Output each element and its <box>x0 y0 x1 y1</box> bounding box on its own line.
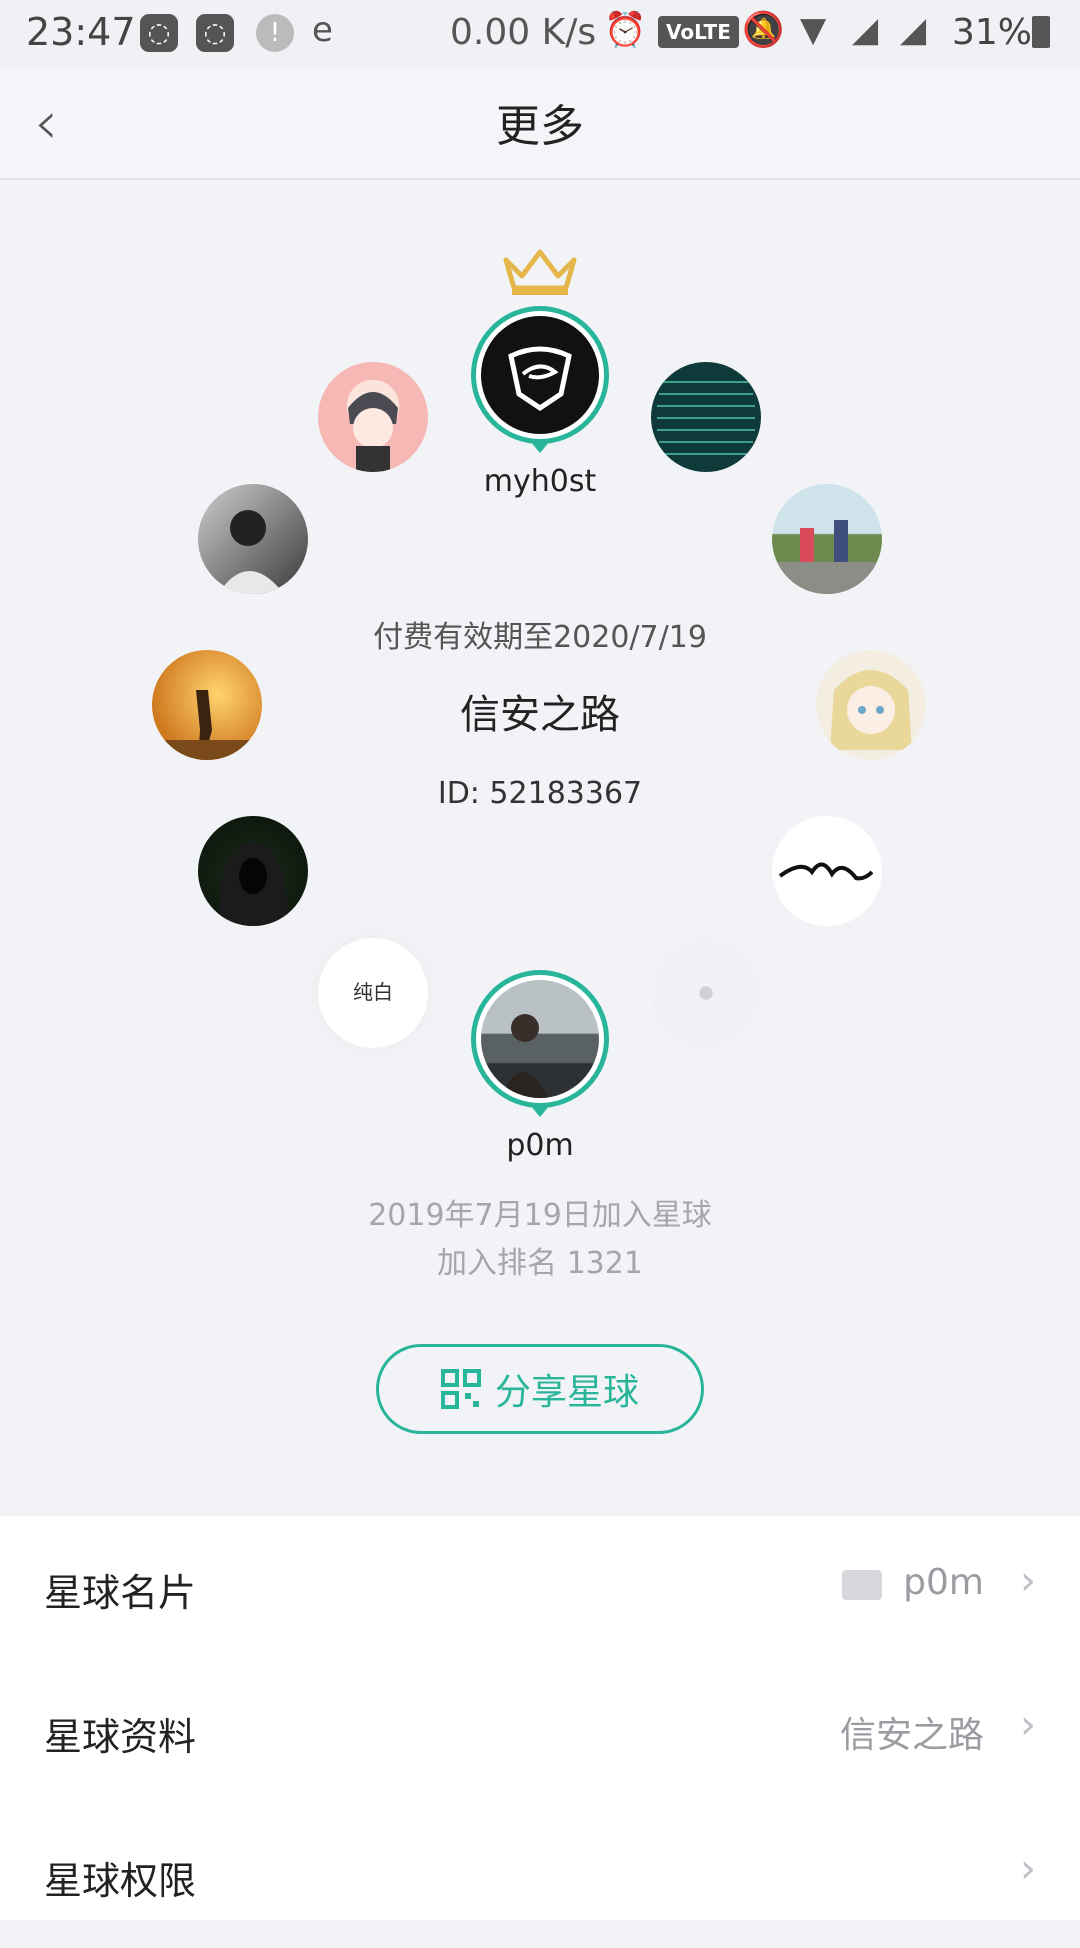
join-rank: 加入排名 1321 <box>437 1246 643 1281</box>
member-avatar[interactable] <box>651 362 761 472</box>
chevron-right-icon: › <box>1020 1846 1036 1892</box>
alert-icon: ! <box>256 14 294 52</box>
member-avatar[interactable] <box>772 484 882 594</box>
signal-icon: ◢ <box>900 10 927 50</box>
avatar-image <box>778 862 874 881</box>
page-title: 更多 <box>496 101 584 152</box>
notification-icon: ◌ <box>196 14 234 52</box>
member-avatar[interactable] <box>198 484 308 594</box>
avatar-image <box>657 381 755 455</box>
menu-item-label: 星球资料 <box>44 1715 197 1759</box>
avatar-image <box>772 520 882 594</box>
menu-item-value: 信安之路 <box>839 1715 984 1756</box>
id-card-icon <box>842 1570 882 1600</box>
my-name: p0m <box>506 1128 574 1163</box>
menu-item-permissions[interactable]: 星球权限 › <box>0 1804 1080 1948</box>
share-planet-button[interactable]: 分享星球 <box>376 1344 704 1434</box>
avatar-image <box>501 1014 549 1098</box>
joined-date: 2019年7月19日加入星球 <box>368 1198 712 1233</box>
network-speed: 0.00 K/s <box>450 12 597 53</box>
signal-icon: ◢ <box>852 10 879 50</box>
menu-item-label: 星球权限 <box>44 1859 197 1903</box>
menu-item-info[interactable]: 星球资料 信安之路 › <box>0 1660 1080 1804</box>
member-avatar[interactable]: 纯白 <box>318 938 428 1048</box>
member-avatar[interactable] <box>772 816 882 926</box>
status-time: 23:47 <box>26 10 136 54</box>
wifi-icon: ▼ <box>800 10 827 50</box>
battery-percent: 31% <box>952 12 1033 53</box>
mute-icon: 🔕 <box>742 10 785 50</box>
planet-name: 信安之路 <box>460 692 620 738</box>
avatar-image <box>348 392 398 472</box>
member-avatar[interactable] <box>318 362 428 472</box>
menu-item-card[interactable]: 星球名片 p0m › <box>0 1516 1080 1660</box>
volte-badge: VoLTE <box>658 16 739 48</box>
avatar-label: 纯白 <box>353 980 393 1004</box>
qrcode-icon <box>440 1369 481 1409</box>
browser-icon: e <box>312 10 333 50</box>
owner-logo <box>508 346 572 412</box>
crown-icon <box>503 249 577 295</box>
member-avatar[interactable] <box>651 938 761 1048</box>
owner-avatar[interactable] <box>471 306 609 444</box>
menu-item-label: 星球名片 <box>44 1571 197 1615</box>
share-planet-label: 分享星球 <box>494 1372 639 1413</box>
paid-until-text: 付费有效期至2020/7/19 <box>373 620 707 655</box>
battery-icon <box>1032 16 1050 48</box>
nav-bar: ‹ 更多 <box>0 66 1080 180</box>
notification-icon: ◌ <box>140 14 178 52</box>
alarm-icon: ⏰ <box>604 10 647 50</box>
status-bar: 23:47 ◌ ◌ ! e 0.00 K/s ⏰ VoLTE 🔕 ▼ ◢ ◢ 3… <box>0 0 1080 66</box>
avatar-image <box>218 510 284 594</box>
member-avatar[interactable] <box>198 816 308 926</box>
planet-id: ID: 52183367 <box>437 776 643 811</box>
my-pointer <box>530 1105 550 1117</box>
my-avatar[interactable] <box>471 970 609 1108</box>
menu-item-value: p0m <box>903 1562 984 1603</box>
avatar-image <box>218 842 288 926</box>
chevron-right-icon: › <box>1020 1558 1036 1604</box>
owner-name: myh0st <box>483 464 597 499</box>
chevron-right-icon: › <box>1020 1702 1036 1748</box>
owner-pointer <box>530 441 550 453</box>
settings-list: 星球名片 p0m › 星球资料 信安之路 › 星球权限 › <box>0 1516 1080 1920</box>
